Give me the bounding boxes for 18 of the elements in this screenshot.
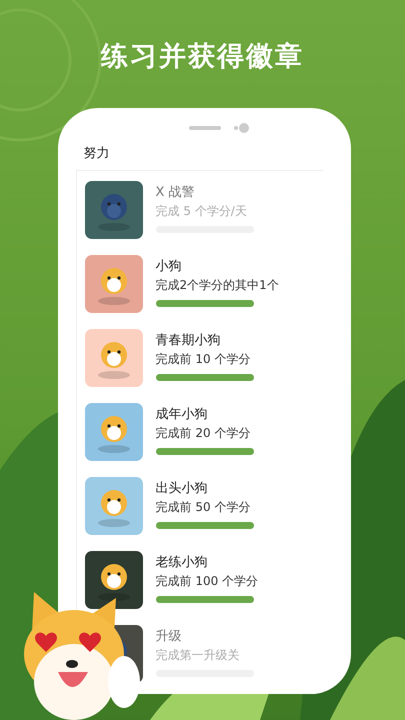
badge-name: 成年小狗 [156,406,208,424]
badge-requirement: 完成2个学分的其中1个 [156,277,279,294]
badge-requirement: 完成前 50 个学分 [156,499,252,516]
badge-requirement: 完成第一升级关 [156,647,240,664]
section-title: 努力 [84,145,110,163]
camera-icon [233,122,249,134]
badge-name: X 战警 [156,184,196,202]
badge-name: 老练小狗 [156,554,208,572]
badge-name: 出头小狗 [156,480,208,498]
badge-requirement: 完成前 10 个学分 [156,351,252,368]
badge-requirement: 完成前 20 个学分 [156,425,252,442]
badge-name: 小狗 [156,258,182,276]
badge-name: 升级 [156,628,182,646]
badge-requirement: 完成前 100 个学分 [156,573,258,590]
badge-requirement: 完成 5 个学分/天 [156,203,248,220]
headline: 练习并获得徽章 [101,40,304,74]
speaker-slot [189,126,221,130]
badge-name: 青春期小狗 [156,332,222,350]
